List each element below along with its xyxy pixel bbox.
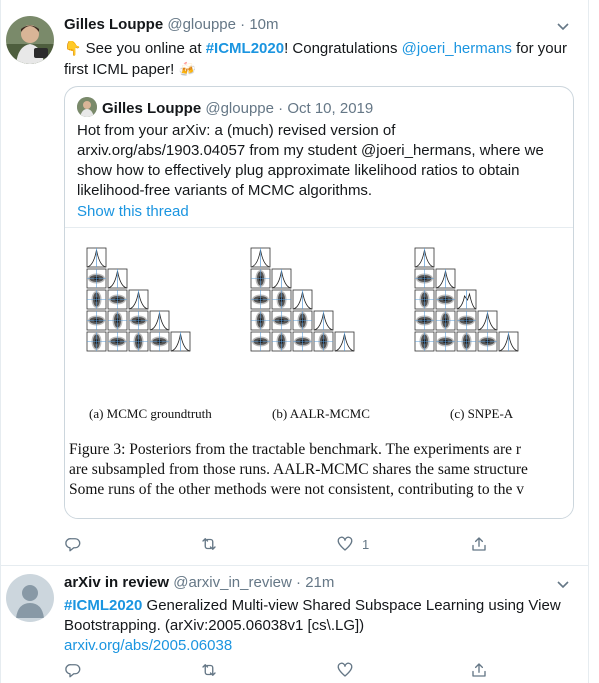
tweet-text-part: See you online at: [81, 40, 206, 57]
figure-text: Figure 3: Posteriors from the tractable …: [69, 440, 528, 500]
figure-text-line: Some runs of the other methods were not …: [69, 481, 525, 498]
arxiv-link[interactable]: arxiv.org/abs/2005.06038: [64, 637, 232, 654]
chevron-down-icon[interactable]: [555, 576, 571, 592]
show-thread-link[interactable]: Show this thread: [77, 203, 189, 220]
chevron-down-icon[interactable]: [555, 18, 571, 34]
hashtag-link[interactable]: #ICML2020: [64, 597, 142, 614]
like-icon: [337, 536, 353, 551]
avatar[interactable]: [6, 574, 54, 622]
tweet-text: #ICML2020 Generalized Multi-view Shared …: [64, 596, 579, 656]
like-icon: [337, 662, 353, 677]
share-icon: [472, 663, 486, 677]
like-count: 1: [362, 536, 370, 552]
quoted-author-handle[interactable]: @glouppe: [205, 100, 274, 117]
separator: ·: [278, 100, 284, 117]
reply-button[interactable]: [64, 660, 90, 680]
figure-caption-c: (c) SNPE-A: [450, 406, 514, 421]
default-avatar-icon: [6, 574, 54, 622]
share-button[interactable]: [470, 534, 488, 554]
tweet-text: 👇 See you online at #ICML2020! Congratul…: [64, 38, 579, 80]
reply-icon: [65, 664, 81, 678]
share-icon: [472, 537, 486, 551]
tweet-actions: 1: [64, 534, 504, 556]
figure-text-line: Figure 3: Posteriors from the tractable …: [69, 441, 522, 458]
figure-text-line: are subsampled from those runs. AALR-MCM…: [69, 461, 528, 478]
like-button[interactable]: [336, 660, 362, 680]
figure-caption-b: (b) AALR-MCMC: [272, 406, 370, 421]
retweet-button[interactable]: [200, 660, 226, 680]
corner-plots-figure: [86, 247, 519, 352]
quoted-avatar[interactable]: [77, 97, 97, 117]
author-name[interactable]: Gilles Louppe: [64, 16, 163, 33]
quoted-tweet-header: Gilles Louppe @glouppe · Oct 10, 2019: [77, 97, 373, 117]
like-button[interactable]: 1: [336, 534, 369, 554]
tweet[interactable]: Gilles Louppe @glouppe · 10m 👇 See you o…: [0, 0, 589, 566]
timestamp[interactable]: 10m: [249, 16, 278, 33]
quoted-media-image[interactable]: (a) MCMC groundtruth (b) AALR-MCMC (c) S…: [65, 227, 573, 518]
quoted-author-name[interactable]: Gilles Louppe: [102, 100, 201, 117]
hashtag-link[interactable]: #ICML2020: [206, 40, 284, 57]
author-name[interactable]: arXiv in review: [64, 574, 169, 591]
share-button[interactable]: [470, 660, 488, 680]
quoted-tweet-text: Hot from your arXiv: a (much) revised ve…: [77, 122, 544, 199]
reply-icon: [65, 538, 81, 552]
separator: ·: [240, 16, 246, 33]
tweet-header: arXiv in review @arxiv_in_review · 21m: [64, 574, 334, 591]
retweet-icon: [202, 538, 216, 550]
author-handle[interactable]: @glouppe: [167, 16, 236, 33]
tweet-actions: [64, 660, 504, 682]
author-handle[interactable]: @arxiv_in_review: [173, 574, 292, 591]
quoted-date[interactable]: Oct 10, 2019: [287, 100, 373, 117]
quoted-tweet[interactable]: Gilles Louppe @glouppe · Oct 10, 2019 Ho…: [64, 86, 574, 519]
mention-link[interactable]: @joeri_hermans: [402, 40, 512, 57]
pointing-down-emoji: 👇: [64, 40, 82, 56]
retweet-icon: [202, 664, 216, 676]
tweet-header: Gilles Louppe @glouppe · 10m: [64, 16, 279, 33]
beers-emoji: 🍻: [178, 61, 196, 77]
retweet-button[interactable]: [200, 534, 226, 554]
avatar[interactable]: [6, 16, 54, 64]
tweet[interactable]: arXiv in review @arxiv_in_review · 21m #…: [0, 566, 589, 683]
reply-button[interactable]: [64, 534, 90, 554]
timestamp[interactable]: 21m: [305, 574, 334, 591]
tweet-text-part: ! Congratulations: [284, 40, 402, 57]
separator: ·: [296, 574, 302, 591]
figure-caption-a: (a) MCMC groundtruth: [89, 406, 212, 421]
